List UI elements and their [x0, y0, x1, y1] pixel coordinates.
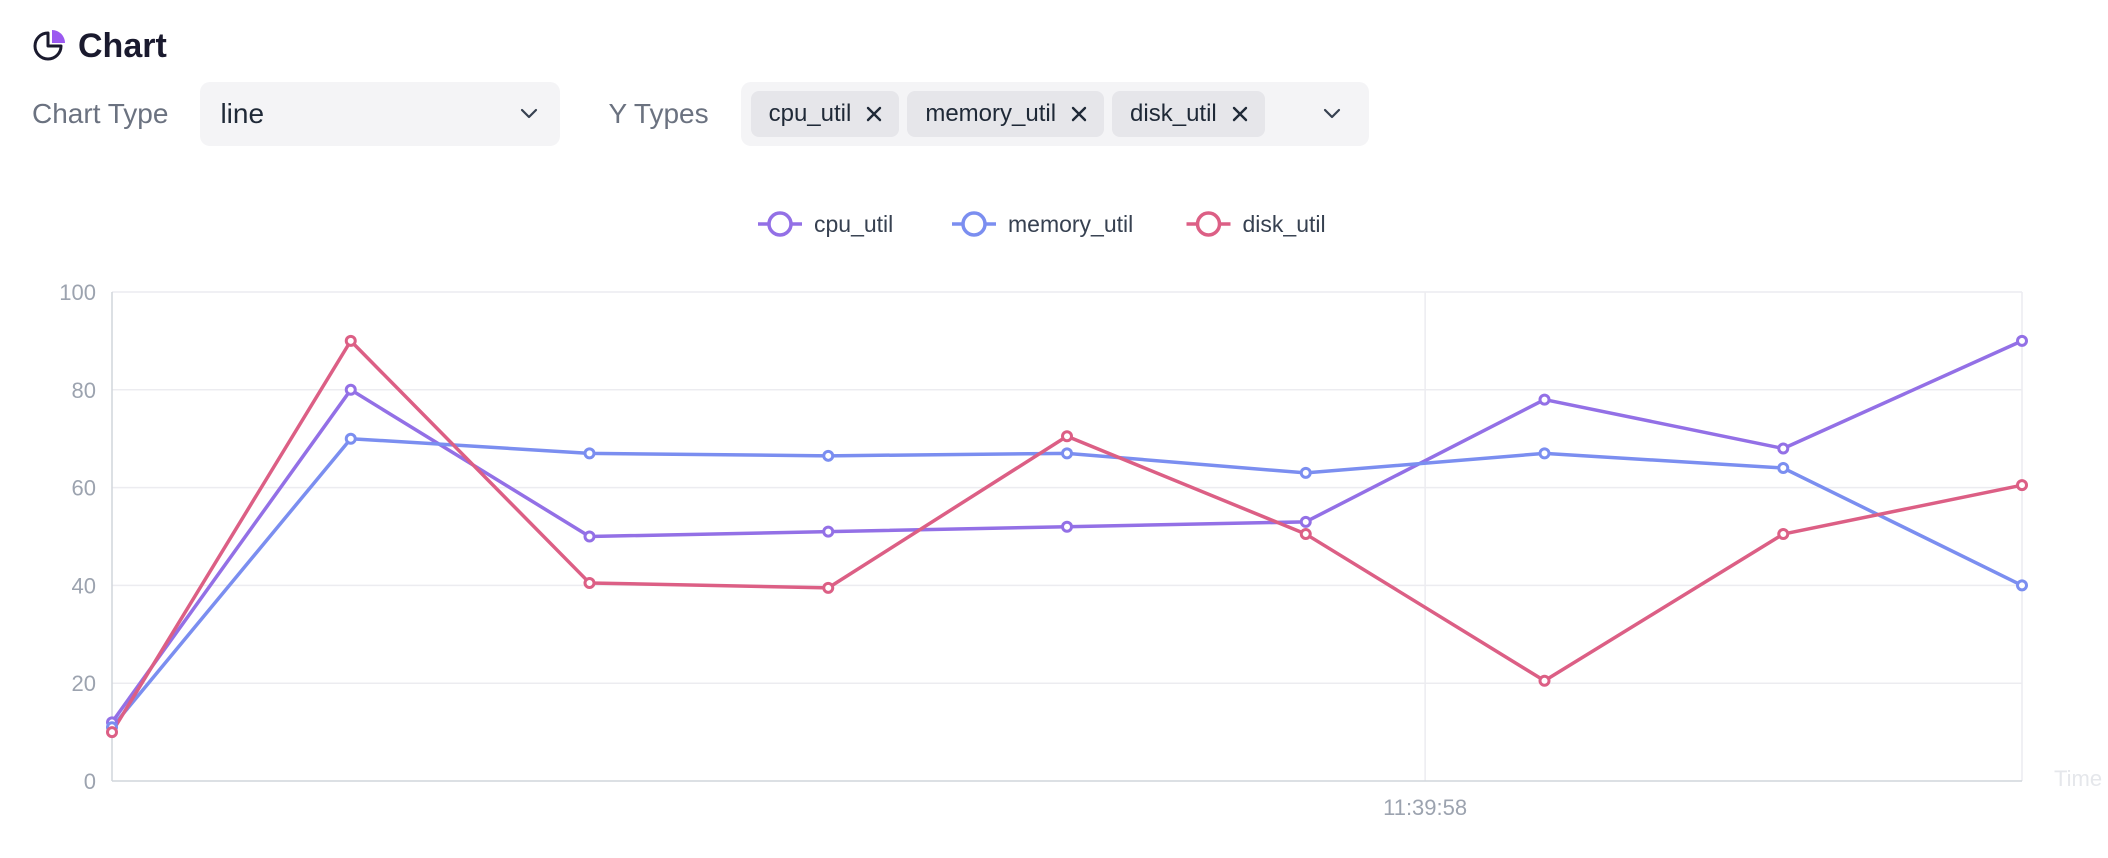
- data-point: [822, 525, 835, 538]
- data-point: [1061, 520, 1073, 533]
- data-point: [1538, 447, 1551, 460]
- legend-label: disk_util: [1243, 211, 1326, 237]
- chart-controls: Chart Type line Y Types cpu_util memory_…: [32, 82, 1369, 146]
- data-point: [2016, 479, 2028, 492]
- chart-type-select[interactable]: line: [200, 82, 561, 146]
- data-point: [822, 449, 835, 462]
- chevron-down-icon: [518, 103, 540, 125]
- chart-type-label: Chart Type: [32, 98, 169, 129]
- y-tick-label: 40: [72, 573, 96, 598]
- data-point: [822, 581, 835, 594]
- legend-marker: [961, 211, 987, 237]
- y-type-tag: disk_util: [1112, 91, 1265, 137]
- legend-marker: [1195, 211, 1222, 237]
- data-point: [2016, 334, 2028, 347]
- data-point: [106, 726, 118, 739]
- series-line: [110, 339, 2023, 734]
- data-point: [344, 334, 357, 347]
- data-point: [1299, 466, 1312, 479]
- pie-chart-icon: [30, 27, 68, 65]
- y-type-tag: cpu_util: [750, 91, 900, 137]
- y-types-select[interactable]: cpu_util memory_util disk_util: [740, 82, 1369, 146]
- chart-header: Chart: [30, 24, 167, 68]
- data-point: [1299, 528, 1312, 541]
- close-icon[interactable]: [865, 105, 883, 123]
- close-icon[interactable]: [1070, 105, 1088, 123]
- data-point: [1777, 442, 1790, 455]
- x-axis-label: Time: [2054, 766, 2102, 791]
- y-tick-label: 100: [59, 280, 96, 305]
- data-point: [1777, 528, 1790, 541]
- data-point: [344, 432, 357, 445]
- data-point: [1299, 515, 1312, 528]
- data-point: [583, 530, 596, 543]
- y-tick-label: 20: [72, 671, 96, 696]
- y-type-tag-label: cpu_util: [768, 100, 852, 127]
- y-type-tag-label: disk_util: [1130, 100, 1217, 127]
- legend-label: memory_util: [1008, 211, 1133, 237]
- legend-label: cpu_util: [814, 211, 893, 237]
- y-types-label: Y Types: [608, 98, 709, 129]
- x-tick-label: 11:39:58: [1383, 795, 1467, 820]
- y-type-tag: memory_util: [907, 91, 1105, 137]
- y-tick-label: 0: [84, 769, 96, 794]
- y-tick-label: 60: [72, 476, 96, 501]
- y-type-tag-label: memory_util: [925, 100, 1057, 127]
- data-point: [583, 447, 596, 460]
- data-point: [1538, 674, 1551, 687]
- data-point: [1061, 447, 1073, 460]
- data-point: [583, 576, 596, 589]
- chart-type-value: line: [220, 98, 265, 129]
- chevron-down-icon[interactable]: [1321, 103, 1343, 125]
- legend-marker: [767, 211, 793, 237]
- data-point: [1538, 393, 1551, 406]
- data-point: [1061, 430, 1073, 443]
- close-icon[interactable]: [1231, 105, 1249, 123]
- page-title: Chart: [78, 26, 167, 65]
- data-point: [1777, 462, 1790, 475]
- line-chart: 0 20 40 60 80 100 11:39:58 Time cpu_util memory_u…: [59, 211, 2102, 820]
- data-point: [344, 383, 357, 396]
- data-point: [2016, 579, 2028, 592]
- y-tick-label: 80: [72, 378, 96, 403]
